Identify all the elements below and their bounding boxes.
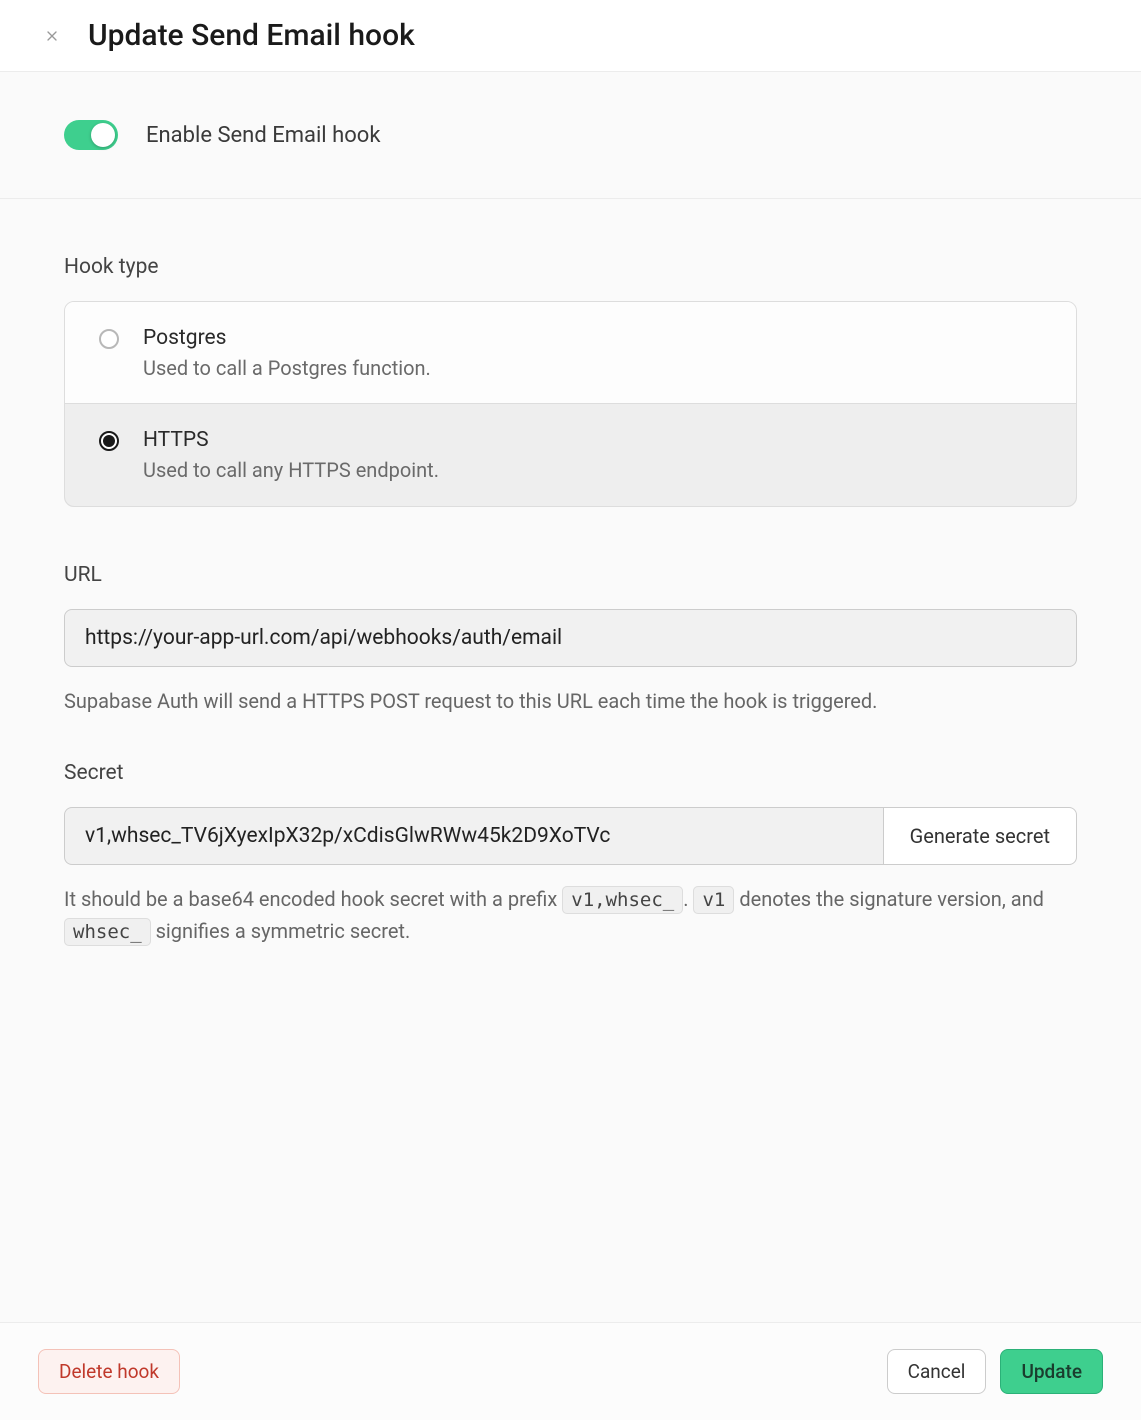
close-icon	[44, 28, 60, 44]
secret-help-mid2: denotes the signature version, and	[739, 887, 1044, 911]
generate-secret-button[interactable]: Generate secret	[883, 807, 1077, 865]
secret-field-group: Secret Generate secret It should be a ba…	[64, 761, 1077, 948]
secret-label: Secret	[64, 761, 1077, 785]
modal-title: Update Send Email hook	[88, 18, 415, 53]
footer-right: Cancel Update	[887, 1349, 1103, 1394]
modal-header: Update Send Email hook	[0, 0, 1141, 72]
hook-option-postgres[interactable]: Postgres Used to call a Postgres functio…	[65, 302, 1076, 404]
url-help-text: Supabase Auth will send a HTTPS POST req…	[64, 685, 1077, 717]
modal-footer: Delete hook Cancel Update	[0, 1322, 1141, 1420]
close-button[interactable]	[40, 24, 64, 48]
cancel-button[interactable]: Cancel	[887, 1349, 987, 1394]
radio-postgres	[99, 329, 119, 349]
hook-option-https[interactable]: HTTPS Used to call any HTTPS endpoint.	[64, 403, 1077, 507]
code-pill-whsec: whsec_	[64, 918, 151, 946]
secret-row: Generate secret	[64, 807, 1077, 865]
form-body: Hook type Postgres Used to call a Postgr…	[0, 199, 1141, 1322]
enable-section: Enable Send Email hook	[0, 72, 1141, 199]
hook-option-description: Used to call any HTTPS endpoint.	[143, 458, 439, 482]
radio-https	[99, 431, 119, 451]
hook-option-description: Used to call a Postgres function.	[143, 356, 431, 380]
enable-label: Enable Send Email hook	[146, 123, 380, 148]
hook-option-title: HTTPS	[143, 428, 439, 452]
code-pill-v1: v1	[693, 886, 734, 914]
update-hook-modal: Update Send Email hook Enable Send Email…	[0, 0, 1141, 1420]
hook-option-text: HTTPS Used to call any HTTPS endpoint.	[143, 428, 439, 482]
secret-input[interactable]	[64, 807, 883, 865]
url-label: URL	[64, 563, 1077, 587]
url-field-group: URL Supabase Auth will send a HTTPS POST…	[64, 563, 1077, 717]
secret-help-suffix: signifies a symmetric secret.	[156, 919, 411, 943]
url-input[interactable]	[64, 609, 1077, 667]
secret-help-mid1: .	[683, 887, 693, 911]
toggle-knob	[91, 123, 115, 147]
secret-help-prefix: It should be a base64 encoded hook secre…	[64, 887, 562, 911]
secret-help-text: It should be a base64 encoded hook secre…	[64, 883, 1077, 948]
hook-type-label: Hook type	[64, 255, 1077, 279]
hook-type-group: Postgres Used to call a Postgres functio…	[64, 301, 1077, 507]
enable-toggle[interactable]	[64, 120, 118, 150]
hook-option-text: Postgres Used to call a Postgres functio…	[143, 326, 431, 380]
delete-hook-button[interactable]: Delete hook	[38, 1349, 180, 1394]
update-button[interactable]: Update	[1000, 1349, 1103, 1394]
hook-option-title: Postgres	[143, 326, 431, 350]
code-pill-prefix: v1,whsec_	[562, 886, 683, 914]
